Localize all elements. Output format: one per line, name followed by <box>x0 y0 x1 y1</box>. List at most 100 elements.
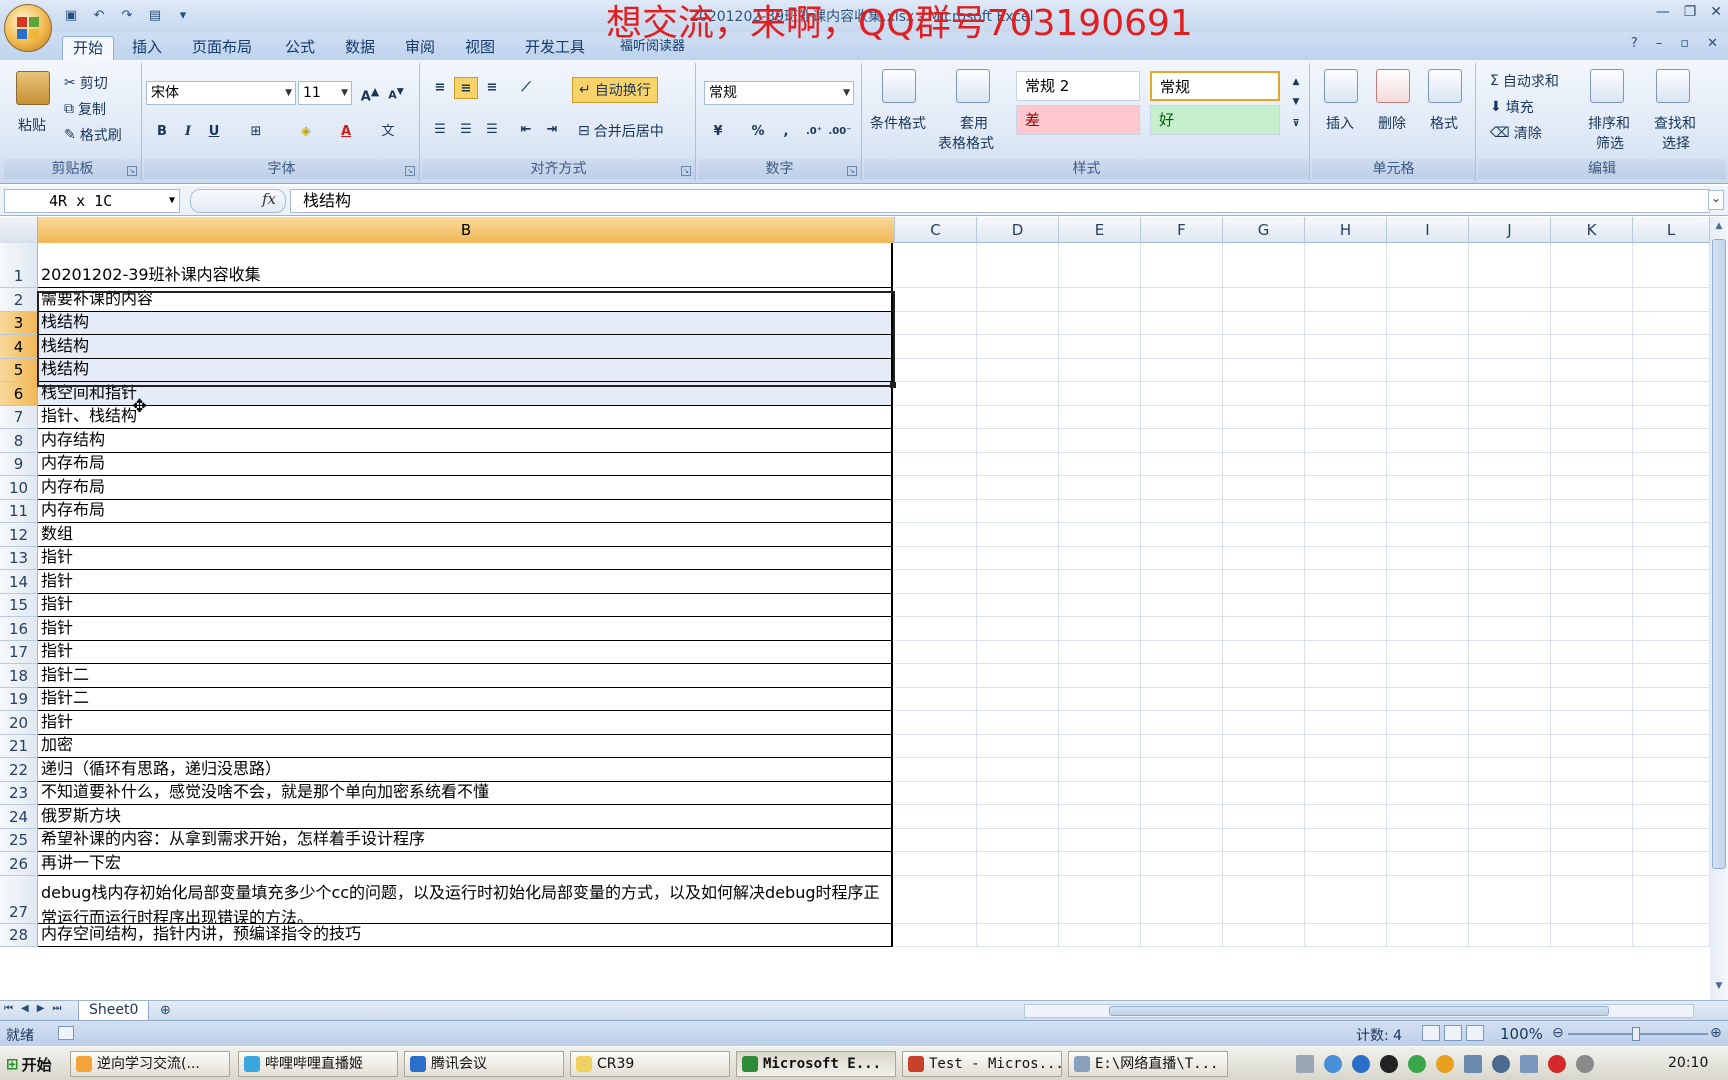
start-button[interactable]: ⊞ 开始 <box>2 1051 58 1077</box>
empty-cell[interactable] <box>1551 382 1633 406</box>
empty-cell[interactable] <box>1223 711 1305 735</box>
styles-scroll-down-icon[interactable]: ▼ <box>1284 91 1308 113</box>
empty-cell[interactable] <box>1633 429 1710 453</box>
empty-cell[interactable] <box>1469 828 1551 852</box>
empty-cell[interactable] <box>1305 781 1387 805</box>
empty-cell[interactable] <box>1059 358 1141 382</box>
monitor-icon[interactable] <box>1520 1055 1538 1073</box>
row-header[interactable]: 11 <box>0 499 38 523</box>
tab-developer[interactable]: 开发工具 <box>515 36 595 60</box>
redo-icon[interactable]: ↷ <box>118 6 136 24</box>
empty-cell[interactable] <box>1141 499 1223 523</box>
insert-function-icon[interactable]: fx <box>262 190 276 208</box>
empty-cell[interactable] <box>1469 758 1551 782</box>
empty-cell[interactable] <box>1141 734 1223 758</box>
empty-cell[interactable] <box>977 499 1059 523</box>
empty-cell[interactable] <box>1141 923 1223 947</box>
conditional-format-button[interactable]: 条件格式 <box>870 113 926 133</box>
empty-cell[interactable] <box>1387 546 1469 570</box>
empty-cell[interactable] <box>1469 476 1551 500</box>
empty-cell[interactable] <box>1305 476 1387 500</box>
empty-cell[interactable] <box>1305 875 1387 924</box>
empty-cell[interactable] <box>1633 288 1710 312</box>
zoom-out-icon[interactable]: ⊖ <box>1552 1025 1564 1041</box>
cell-b[interactable]: debug栈内存初始化局部变量填充多少个cc的问题，以及运行时初始化局部变量的方… <box>38 875 893 924</box>
cell-b[interactable]: 指针二 <box>38 687 893 711</box>
empty-cell[interactable] <box>1223 243 1305 288</box>
update-icon[interactable] <box>1436 1055 1454 1073</box>
task-bilibili-live[interactable]: 哔哩哔哩直播姬 <box>238 1051 398 1077</box>
network-icon[interactable] <box>1324 1055 1342 1073</box>
empty-cell[interactable] <box>1633 805 1710 829</box>
doc-close-icon[interactable]: ✕ <box>1707 36 1718 51</box>
column-header-h[interactable]: H <box>1305 217 1387 243</box>
empty-cell[interactable] <box>1305 758 1387 782</box>
empty-cell[interactable] <box>1387 570 1469 594</box>
empty-cell[interactable] <box>1305 335 1387 359</box>
close-icon[interactable]: ✕ <box>1710 4 1722 20</box>
style-good[interactable]: 好 <box>1150 105 1280 135</box>
row-header[interactable]: 16 <box>0 617 38 641</box>
empty-cell[interactable] <box>1141 758 1223 782</box>
empty-cell[interactable] <box>1059 593 1141 617</box>
row-header[interactable]: 3 <box>0 311 38 335</box>
sheet-tab-sheet0[interactable]: Sheet0 <box>78 1001 150 1021</box>
cell-b[interactable]: 指针 <box>38 617 893 641</box>
empty-cell[interactable] <box>1387 711 1469 735</box>
cell-b[interactable]: 希望补课的内容：从拿到需求开始，怎样着手设计程序 <box>38 828 893 852</box>
empty-cell[interactable] <box>977 476 1059 500</box>
empty-cell[interactable] <box>977 288 1059 312</box>
cell-b[interactable]: 加密 <box>38 734 893 758</box>
formula-input[interactable]: 栈结构 <box>290 189 1710 213</box>
empty-cell[interactable] <box>895 734 977 758</box>
delete-cells-button[interactable]: 删除 <box>1378 113 1406 133</box>
empty-cell[interactable] <box>1551 711 1633 735</box>
empty-cell[interactable] <box>895 382 977 406</box>
row-header[interactable]: 17 <box>0 640 38 664</box>
insert-cells-button[interactable]: 插入 <box>1326 113 1354 133</box>
empty-cell[interactable] <box>1469 734 1551 758</box>
alert-icon[interactable] <box>1548 1055 1566 1073</box>
tab-insert[interactable]: 插入 <box>122 36 172 60</box>
empty-cell[interactable] <box>1551 828 1633 852</box>
empty-cell[interactable] <box>1387 358 1469 382</box>
empty-cell[interactable] <box>977 687 1059 711</box>
empty-cell[interactable] <box>1059 546 1141 570</box>
row-header[interactable]: 4 <box>0 335 38 359</box>
empty-cell[interactable] <box>1551 593 1633 617</box>
row-header[interactable]: 24 <box>0 805 38 829</box>
empty-cell[interactable] <box>1633 875 1710 924</box>
clear-button[interactable]: ⌫ 清除 <box>1490 123 1542 143</box>
row-header[interactable]: 28 <box>0 923 38 947</box>
fill-button[interactable]: ⬇ 填充 <box>1490 97 1534 117</box>
zoom-in-icon[interactable]: ⊕ <box>1710 1025 1722 1041</box>
empty-cell[interactable] <box>1223 734 1305 758</box>
empty-cell[interactable] <box>1141 687 1223 711</box>
empty-cell[interactable] <box>1469 288 1551 312</box>
column-header-g[interactable]: G <box>1223 217 1305 243</box>
column-header-d[interactable]: D <box>977 217 1059 243</box>
shrink-font-icon[interactable]: A▼ <box>384 81 408 103</box>
empty-cell[interactable] <box>1387 405 1469 429</box>
empty-cell[interactable] <box>1469 687 1551 711</box>
styles-more-icon[interactable]: ⊽ <box>1284 113 1308 135</box>
style-normal-2[interactable]: 常规 2 <box>1016 71 1140 101</box>
empty-cell[interactable] <box>1469 923 1551 947</box>
empty-cell[interactable] <box>1141 570 1223 594</box>
empty-cell[interactable] <box>1223 617 1305 641</box>
empty-cell[interactable] <box>1223 476 1305 500</box>
empty-cell[interactable] <box>1141 781 1223 805</box>
alignment-launcher-icon[interactable]: ↘ <box>681 166 691 176</box>
empty-cell[interactable] <box>1141 335 1223 359</box>
empty-cell[interactable] <box>1387 687 1469 711</box>
comma-style-icon[interactable]: , <box>774 121 798 143</box>
empty-cell[interactable] <box>895 758 977 782</box>
empty-cell[interactable] <box>895 617 977 641</box>
accounting-format-icon[interactable]: ¥ <box>706 121 730 143</box>
empty-cell[interactable] <box>1223 405 1305 429</box>
decrease-indent-icon[interactable]: ⇤ <box>514 119 538 141</box>
empty-cell[interactable] <box>895 852 977 876</box>
empty-cell[interactable] <box>1551 358 1633 382</box>
empty-cell[interactable] <box>977 546 1059 570</box>
empty-cell[interactable] <box>1059 570 1141 594</box>
